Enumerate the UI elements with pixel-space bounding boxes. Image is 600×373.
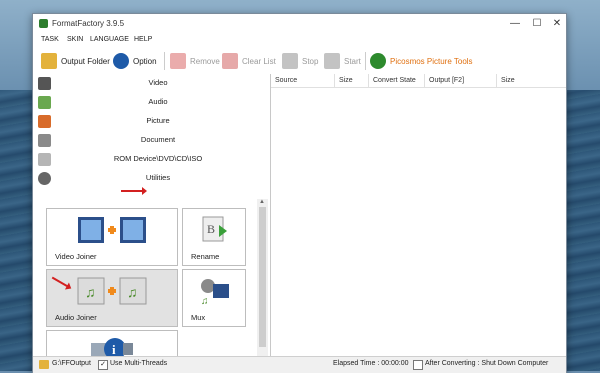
remove-button[interactable]: Remove (170, 50, 220, 72)
tool-rename[interactable]: B Rename (182, 208, 246, 266)
column-convert-state[interactable]: Convert State (369, 74, 425, 88)
svg-text:♫: ♫ (201, 296, 209, 306)
svg-text:B: B (207, 222, 215, 236)
column-output[interactable]: Output [F2] (425, 74, 497, 88)
clear-list-button[interactable]: Clear List (222, 50, 276, 72)
stop-icon (282, 53, 298, 69)
clear-list-icon (222, 53, 238, 69)
output-path[interactable]: G:\FFOutput (52, 360, 91, 367)
status-bar: G:\FFOutput ✓ Use Multi-Threads Elapsed … (33, 356, 566, 373)
menu-help[interactable]: HELP (134, 36, 152, 43)
toolbar: Output Folder Option Remove Clear List S… (33, 47, 566, 75)
category-utilities[interactable]: Utilities (33, 169, 270, 188)
category-video[interactable]: Video (33, 74, 270, 93)
multi-threads-label: Use Multi-Threads (110, 360, 168, 367)
picosmos-button[interactable]: Picosmos Picture Tools (370, 50, 473, 72)
column-size[interactable]: Size (335, 74, 369, 88)
scroll-up-icon[interactable]: ▲ (259, 199, 265, 205)
menu-task[interactable]: TASK (41, 36, 59, 43)
task-list: Source Size Convert State Output [F2] Si… (271, 74, 566, 356)
menu-language[interactable]: LANGUAGE (90, 36, 129, 43)
film-icon (38, 77, 51, 90)
column-output-size[interactable]: Size (497, 74, 566, 88)
close-button[interactable]: ✕ (548, 16, 566, 32)
category-pane: Video Audio Picture Document ROM Device\… (33, 74, 271, 362)
window-title: FormatFactory 3.9.5 (52, 19, 125, 28)
category-audio[interactable]: Audio (33, 93, 270, 112)
toolbar-separator (365, 52, 366, 70)
svg-text:i: i (112, 342, 116, 357)
maximize-button[interactable]: ☐ (528, 16, 546, 32)
after-converting-label: After Converting : Shut Down Computer (425, 360, 549, 367)
svg-text:♫: ♫ (85, 284, 96, 300)
svg-text:♫: ♫ (127, 284, 138, 300)
utilities-icon (38, 172, 51, 185)
multi-threads-checkbox[interactable]: ✓ (98, 360, 108, 370)
column-source[interactable]: Source (271, 74, 335, 88)
app-icon (39, 19, 48, 28)
start-icon (324, 53, 340, 69)
tool-audio-joiner[interactable]: ♫ ♫ Audio Joiner (46, 269, 178, 327)
mux-icon: ♫ (201, 279, 229, 306)
category-document[interactable]: Document (33, 131, 270, 150)
tools-scrollbar[interactable]: ▲ (257, 199, 268, 356)
gear-icon (113, 53, 129, 69)
app-window: FormatFactory 3.9.5 — ☐ ✕ TASK SKIN LANG… (32, 13, 567, 373)
menu-skin[interactable]: SKIN (67, 36, 83, 43)
toolbar-separator (164, 52, 165, 70)
category-picture[interactable]: Picture (33, 112, 270, 131)
picture-icon (38, 115, 51, 128)
document-icon (38, 134, 51, 147)
folder-icon[interactable] (39, 360, 49, 369)
output-folder-button[interactable]: Output Folder (41, 50, 110, 72)
red-arrow-annotation (121, 187, 147, 195)
tool-mux[interactable]: ♫ Mux (182, 269, 246, 327)
option-button[interactable]: Option (113, 50, 157, 72)
title-bar[interactable]: FormatFactory 3.9.5 — ☐ ✕ (33, 14, 566, 34)
rename-icon: B (202, 216, 227, 242)
remove-icon (170, 53, 186, 69)
menu-bar: TASK SKIN LANGUAGE HELP (33, 34, 566, 47)
scrollbar-thumb[interactable] (259, 207, 266, 347)
disc-drive-icon (38, 153, 51, 166)
category-rom-device[interactable]: ROM Device\DVD\CD\ISO (33, 150, 270, 169)
video-joiner-icon (78, 217, 146, 243)
elapsed-time: Elapsed Time : 00:00:00 (333, 360, 409, 367)
audio-joiner-icon: ♫ ♫ (77, 277, 147, 305)
picosmos-icon (370, 53, 386, 69)
music-note-icon (38, 96, 51, 109)
folder-icon (41, 53, 57, 69)
stop-button[interactable]: Stop (282, 50, 318, 72)
after-converting-checkbox[interactable] (413, 360, 423, 370)
minimize-button[interactable]: — (506, 16, 524, 32)
start-button[interactable]: Start (324, 50, 361, 72)
tool-video-joiner[interactable]: Video Joiner (46, 208, 178, 266)
